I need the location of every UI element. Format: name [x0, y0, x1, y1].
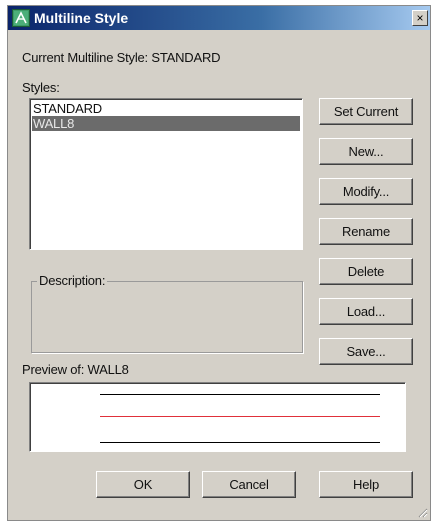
preview-label: Preview of: WALL8	[22, 362, 129, 377]
rename-button[interactable]: Rename	[319, 218, 413, 245]
title-bar[interactable]: Multiline Style ×	[8, 6, 430, 30]
close-button[interactable]: ×	[412, 10, 428, 26]
preview-center-line	[100, 416, 380, 417]
new-button[interactable]: New...	[319, 138, 413, 165]
styles-listbox[interactable]: STANDARD WALL8	[29, 98, 303, 250]
current-style-label: Current Multiline Style: STANDARD	[22, 50, 221, 65]
preview-outer-line-top	[100, 394, 380, 395]
save-button[interactable]: Save...	[319, 338, 413, 365]
description-label: Description:	[37, 273, 108, 288]
help-button[interactable]: Help	[319, 471, 413, 498]
ok-button[interactable]: OK	[96, 471, 190, 498]
load-button[interactable]: Load...	[319, 298, 413, 325]
cancel-button[interactable]: Cancel	[202, 471, 296, 498]
resize-grip-icon[interactable]	[416, 506, 428, 518]
style-list-item-wall8[interactable]: WALL8	[32, 116, 300, 131]
modify-button[interactable]: Modify...	[319, 178, 413, 205]
preview-panel	[29, 382, 406, 452]
style-list-item-standard[interactable]: STANDARD	[32, 101, 300, 116]
set-current-button[interactable]: Set Current	[319, 98, 413, 125]
description-group: Description:	[31, 273, 303, 353]
delete-button[interactable]: Delete	[319, 258, 413, 285]
multiline-style-dialog: Multiline Style × Current Multiline Styl…	[7, 5, 431, 521]
autocad-app-icon	[12, 9, 30, 27]
window-title: Multiline Style	[34, 10, 129, 26]
styles-label: Styles:	[22, 80, 60, 95]
preview-outer-line-bottom	[100, 442, 380, 443]
